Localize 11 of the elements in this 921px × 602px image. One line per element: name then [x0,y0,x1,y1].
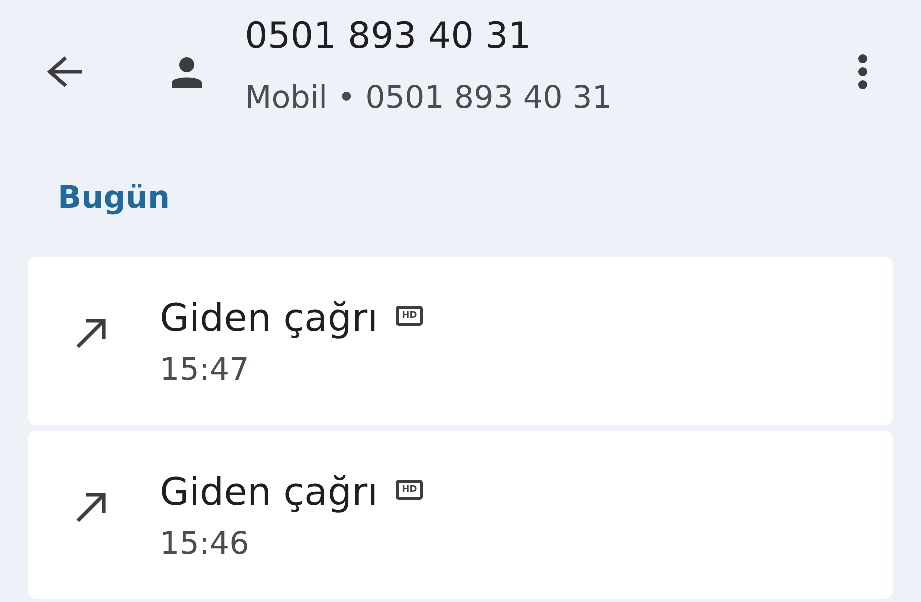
contact-subtitle: Mobil • 0501 893 40 31 [245,80,612,116]
call-type: Giden çağrı [160,295,378,341]
hd-badge: HD [396,480,424,500]
hd-badge: HD [396,306,424,326]
call-type: Giden çağrı [160,469,378,515]
person-icon [170,56,204,88]
more-options-button[interactable] [858,54,868,90]
contact-title: 0501 893 40 31 [245,16,532,57]
call-time: 15:47 [160,351,250,389]
call-time: 15:46 [160,525,250,563]
section-heading: Bugün [58,179,172,218]
